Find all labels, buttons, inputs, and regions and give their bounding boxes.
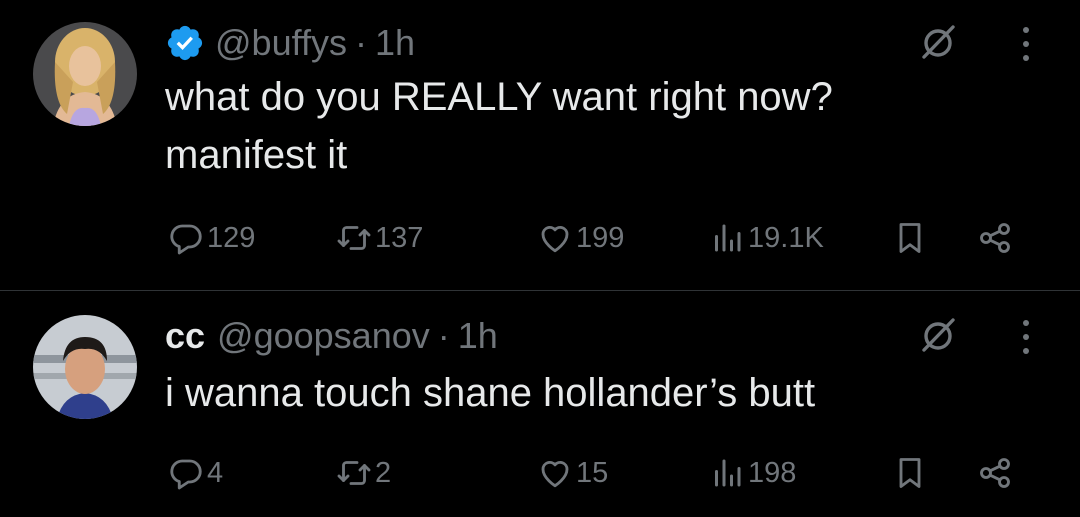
repost-button[interactable]: 137 — [336, 215, 423, 261]
tweet-text-line: what do you REALLY want right now? — [165, 75, 833, 119]
like-icon — [541, 460, 569, 488]
more-icon[interactable] — [1020, 317, 1032, 357]
author-handle[interactable]: @buffys — [215, 22, 347, 64]
like-count: 199 — [576, 221, 625, 254]
author-handle[interactable]: @goopsanov — [217, 315, 430, 357]
tweet-text: what do you REALLY want right now? manif… — [165, 68, 833, 184]
action-bar: 129 137 199 19.1K — [165, 215, 1045, 261]
share-button[interactable] — [977, 450, 1016, 496]
tweet-2[interactable]: cc @goopsanov · 1h i wanna touch shane h… — [0, 291, 1080, 517]
separator-dot: · — [437, 315, 450, 356]
tweet-header: @buffys · 1h — [165, 17, 415, 69]
more-icon[interactable] — [1020, 24, 1032, 64]
grok-icon[interactable] — [918, 22, 958, 62]
tweet-1[interactable]: @buffys · 1h what do you REALLY want rig… — [0, 0, 1080, 290]
tweet-text-line: manifest it — [165, 133, 348, 177]
bookmark-button[interactable] — [892, 450, 931, 496]
reply-icon — [170, 459, 202, 490]
timestamp[interactable]: 1h — [458, 315, 498, 357]
like-icon — [541, 225, 569, 253]
view-count: 19.1K — [748, 221, 824, 254]
view-count: 198 — [748, 456, 797, 489]
bookmark-icon — [899, 458, 921, 488]
action-bar: 4 2 15 198 — [165, 450, 1045, 496]
reply-count: 4 — [207, 456, 224, 489]
repost-count: 137 — [375, 221, 424, 254]
share-icon — [980, 223, 1010, 253]
reply-count: 129 — [207, 221, 256, 254]
reply-button[interactable]: 129 — [168, 215, 255, 261]
like-button[interactable]: 15 — [537, 450, 608, 496]
author-name[interactable]: cc — [165, 315, 205, 357]
verified-badge-icon — [167, 25, 203, 61]
views-icon — [715, 224, 741, 252]
repost-icon — [337, 461, 371, 485]
repost-count: 2 — [375, 456, 392, 489]
grok-icon[interactable] — [918, 315, 958, 355]
repost-icon — [337, 226, 371, 250]
tweet-text-line: i wanna touch shane hollander’s butt — [165, 371, 816, 415]
avatar[interactable] — [33, 315, 137, 419]
views-icon — [715, 459, 741, 487]
views-button[interactable]: 19.1K — [709, 215, 824, 261]
like-button[interactable]: 199 — [537, 215, 624, 261]
share-icon — [980, 458, 1010, 488]
reply-button[interactable]: 4 — [168, 450, 223, 496]
reply-icon — [170, 224, 202, 255]
separator-dot: · — [354, 22, 367, 63]
views-button[interactable]: 198 — [709, 450, 796, 496]
share-button[interactable] — [977, 215, 1016, 261]
bookmark-icon — [899, 223, 921, 253]
bookmark-button[interactable] — [892, 215, 931, 261]
like-count: 15 — [576, 456, 609, 489]
repost-button[interactable]: 2 — [336, 450, 391, 496]
tweet-header: cc @goopsanov · 1h — [165, 310, 498, 362]
tweet-text: i wanna touch shane hollander’s butt — [165, 364, 815, 422]
avatar[interactable] — [33, 22, 137, 126]
timestamp[interactable]: 1h — [375, 22, 415, 64]
